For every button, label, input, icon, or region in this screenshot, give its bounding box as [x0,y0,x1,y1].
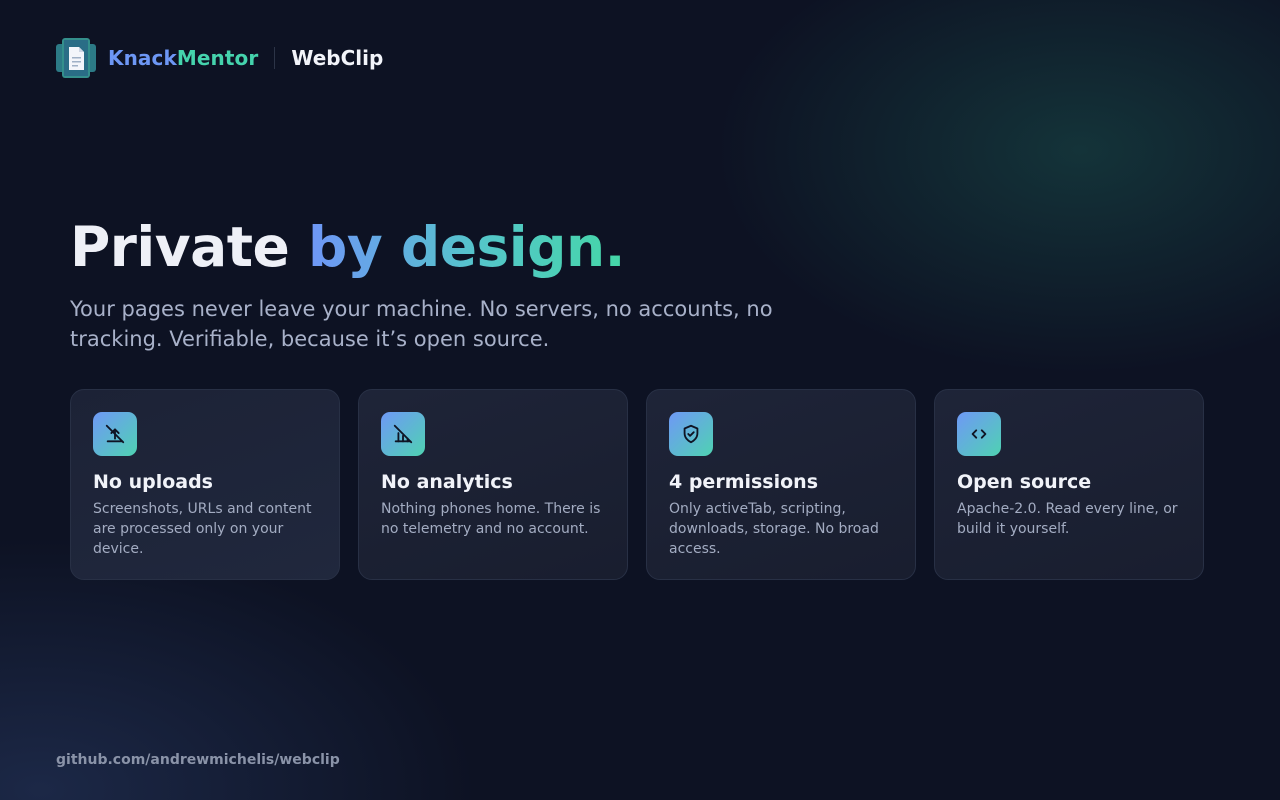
no-upload-icon [93,412,137,456]
card-title: No analytics [381,471,513,493]
brand-name-part1: Knack [108,46,177,70]
title-plain: Private [70,215,308,279]
brand-name-part2: Mentor [176,46,259,70]
card-title: 4 permissions [669,471,819,493]
document-logo-icon [56,38,96,78]
shield-check-icon [669,412,713,456]
card-description: Nothing phones home. There is no telemet… [381,501,601,537]
card-description: Only activeTab, scripting, downloads, st… [669,501,879,557]
feature-card-no-uploads: No uploads Screenshots, URLs and content… [70,389,340,580]
feature-card-permissions: 4 permissions Only activeTab, scripting,… [646,389,916,580]
code-icon [957,412,1001,456]
page-title: Private by design. [70,214,626,280]
card-title: No uploads [93,471,213,493]
feature-cards: No uploads Screenshots, URLs and content… [70,389,1204,580]
brand-name[interactable]: KnackMentor [108,46,258,70]
page-subtitle: Your pages never leave your machine. No … [70,297,773,351]
card-description: Screenshots, URLs and content are proces… [93,501,312,557]
feature-card-open-source: Open source Apache-2.0. Read every line,… [934,389,1204,580]
feature-card-no-analytics: No analytics Nothing phones home. There … [358,389,628,580]
header: KnackMentor WebClip [56,37,383,79]
github-link[interactable]: github.com/andrewmichelis/webclip [56,752,340,768]
product-name: WebClip [291,46,384,70]
no-analytics-icon [381,412,425,456]
card-description: Apache-2.0. Read every line, or build it… [957,501,1178,537]
title-accent: by design. [308,215,626,279]
card-title: Open source [957,471,1092,493]
header-divider [274,47,276,69]
